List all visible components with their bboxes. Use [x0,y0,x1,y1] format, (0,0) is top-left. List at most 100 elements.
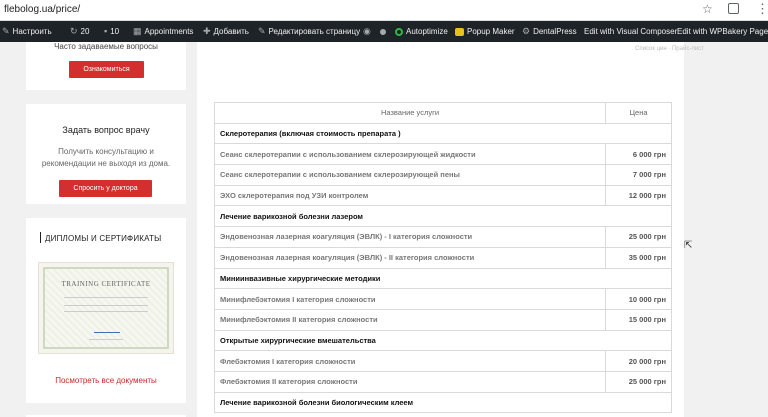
service-price: 35 000 грн [605,246,672,269]
service-price: 25 000 грн [605,370,672,393]
table-header-row: Название услуги Цена [214,102,672,124]
adminbar-popup-maker-label: Popup Maker [467,27,515,36]
faq-card: Часто задаваемые вопросы Ознакомиться [26,42,186,90]
wp-admin-bar: ✎ Настроить ↻ 20 ▪ 10 ▦ Appointments ✚ Д… [0,21,768,42]
table-section-row: Миниинвазивные хирургические методики [214,267,672,290]
browser-address-bar: flebolog.ua/price/ ☆ ⋮ [0,0,768,21]
extensions-icon[interactable] [728,3,739,14]
service-name: Флебэктомия I категория сложности [214,350,606,372]
table-section-row: Склеротерапия (включая стоимость препара… [214,122,672,145]
gear-icon: ⚙ [522,26,531,36]
section-title: Лечение варикозной болезни биологическим… [214,391,672,414]
table-row: Сеанс склеротерапии с использованием скл… [214,164,672,186]
autoptimize-icon [395,27,403,36]
table-row: Эндовенозная лазерная коагуляция (ЭВЛК) … [214,226,672,248]
service-name: Минифлебэктомия II категория сложности [214,308,606,331]
table-row: Эндовенозная лазерная коагуляция (ЭВЛК) … [214,246,672,269]
certificate-image[interactable]: TRAINING CERTIFICATE [38,262,174,354]
adminbar-autoptimize[interactable]: Autoptimize [395,21,448,42]
mouse-cursor-icon: ⇱ [684,240,693,251]
main-content: Список цен · Прайс-лист Название услуги … [197,42,704,417]
adminbar-appointments[interactable]: ▦ Appointments [133,21,193,42]
adminbar-comments[interactable]: ▪ 10 [104,21,119,42]
table-row: ЭХО склеротерапия под УЗИ контролем 12 00… [214,184,672,207]
browser-menu-icon[interactable]: ⋮ [756,1,768,17]
certificate-line [64,305,148,306]
ask-doctor-button[interactable]: Спросить у доктора [59,180,152,197]
service-price: 15 000 грн [605,308,672,331]
faq-button[interactable]: Ознакомиться [69,61,144,78]
table-row: Флебэктомия I категория сложности 20 000 … [214,350,672,372]
section-title: Лечение варикозной болезни лазером [214,205,672,228]
table-row: Минифлебэктомия I категория сложности 10 … [214,288,672,310]
brush-icon: ✎ [2,26,10,36]
adminbar-status[interactable] [380,21,386,42]
adminbar-autoptimize-label: Autoptimize [406,27,448,36]
table-section-row: Открытые хирургические вмешательства [214,329,672,352]
ask-doctor-title: Задать вопрос врачу [62,125,150,135]
service-price: 6 000 грн [605,143,672,166]
popup-maker-icon [455,27,464,36]
certificate-line [64,297,148,298]
service-name: Минифлебэктомия I категория сложности [214,288,606,310]
service-name: Эндовенозная лазерная коагуляция (ЭВЛК) … [214,226,606,248]
service-name: Сеанс склеротерапии с использованием скл… [214,164,606,186]
table-row: Сеанс склеротерапии с использованием скл… [214,143,672,166]
table-row: Флебэктомия II категория сложности 25 000… [214,370,672,393]
adminbar-edit-page-label: Редактировать страницу [268,27,361,36]
diplomas-title: ДИПЛОМЫ И СЕРТИФИКАТЫ [45,234,162,243]
adminbar-customize[interactable]: ✎ Настроить [2,21,52,42]
adminbar-dentalpress-label: DentalPress [533,27,577,36]
pencil-icon: ✎ [258,26,266,36]
diplomas-card: ДИПЛОМЫ И СЕРТИФИКАТЫ TRAINING CERTIFICA… [26,218,186,403]
price-table-body: Склеротерапия (включая стоимость препара… [214,122,672,414]
service-price: 25 000 грн [605,226,672,248]
section-title: Открытые хирургические вмешательства [214,329,672,352]
service-name: Эндовенозная лазерная коагуляция (ЭВЛК) … [214,246,606,269]
service-name: Сеанс склеротерапии с использованием скл… [214,143,606,166]
adminbar-add[interactable]: ✚ Добавить [203,21,249,42]
signature-mark [94,323,120,333]
adminbar-updates[interactable]: ↻ 20 [70,21,89,42]
service-price: 20 000 грн [605,350,672,372]
faq-text: Часто задаваемые вопросы [54,42,158,51]
table-section-row: Лечение варикозной болезни биологическим… [214,391,672,414]
comment-icon: ▪ [104,26,108,36]
table-row: Минифлебэктомия II категория сложности 15… [214,308,672,331]
certificate-title: TRAINING CERTIFICATE [61,280,151,288]
calendar-icon: ▦ [133,26,142,36]
header-price: Цена [605,102,672,124]
all-documents-link[interactable]: Посмотреть все документы [26,376,186,385]
adminbar-updates-count: 20 [80,27,90,36]
adminbar-wpbakery[interactable]: Edit with WPBakery Page Bu [677,21,768,42]
header-service-name: Название услуги [214,102,606,124]
adminbar-add-label: Добавить [213,27,249,36]
bookmark-star-icon[interactable]: ☆ [702,2,713,16]
adminbar-visual-composer[interactable]: Edit with Visual Composer [584,21,677,42]
seo-icon: ◉ [363,26,371,36]
adminbar-visual-composer-label: Edit with Visual Composer [584,27,678,36]
status-dot-icon [380,28,386,35]
service-name: Флебэктомия II категория сложности [214,370,606,393]
service-price: 10 000 грн [605,288,672,310]
adminbar-seo[interactable]: ◉ [363,21,371,42]
page-body: Часто задаваемые вопросы Ознакомиться За… [0,42,768,417]
section-title: Миниинвазивные хирургические методики [214,267,672,290]
certificate-line [64,311,148,312]
price-table: Название услуги Цена Склеротерапия (вклю… [214,102,672,414]
adminbar-popup-maker[interactable]: Popup Maker [455,21,515,42]
adminbar-appointments-label: Appointments [144,27,194,36]
url-text[interactable]: flebolog.ua/price/ [4,4,80,15]
section-title: Склеротерапия (включая стоимость препара… [214,122,672,145]
service-price: 12 000 грн [605,184,672,207]
adminbar-customize-label: Настроить [12,27,52,36]
adminbar-comments-count: 10 [110,27,120,36]
adminbar-dentalpress[interactable]: ⚙ DentalPress [522,21,577,42]
service-price: 7 000 грн [605,164,672,186]
adminbar-wpbakery-label: Edit with WPBakery Page Bu [677,27,768,36]
ask-doctor-card: Задать вопрос врачу Получить консультаци… [26,104,186,204]
ask-doctor-text: Получить консультацию и рекомендации не … [41,147,171,168]
adminbar-edit-page[interactable]: ✎ Редактировать страницу [258,21,360,42]
plus-icon: ✚ [203,26,211,36]
breadcrumb: Список цен · Прайс-лист [635,46,704,52]
